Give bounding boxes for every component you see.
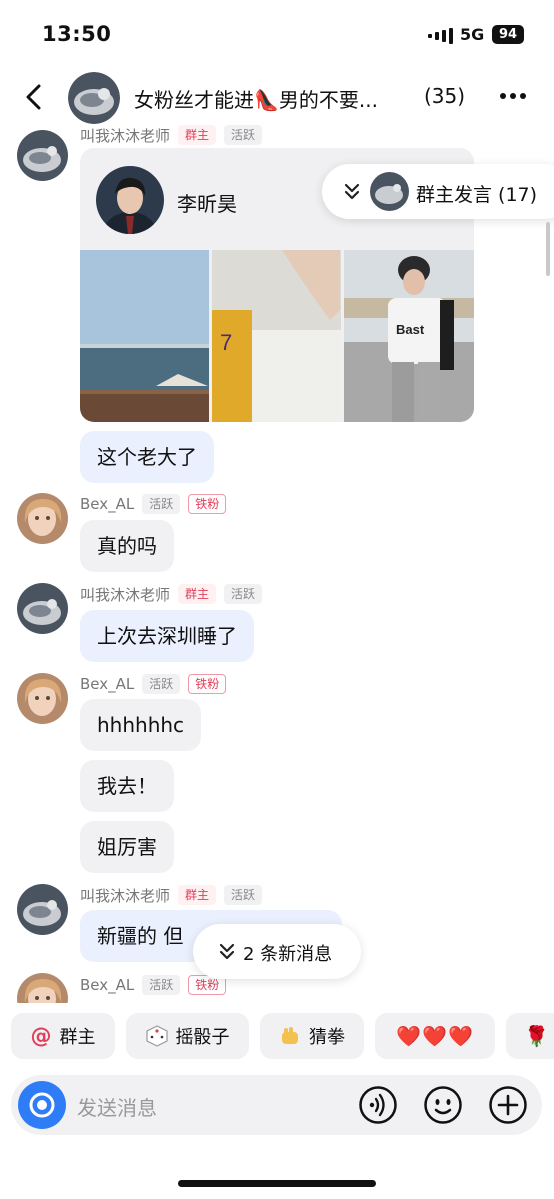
cellular-signal-icon bbox=[428, 28, 453, 44]
quick-hearts[interactable]: ❤️❤️❤️ bbox=[375, 1013, 495, 1059]
sender-nickname[interactable]: 叫我沐沐老师 bbox=[80, 125, 170, 146]
quick-rose[interactable]: 🌹 bbox=[506, 1013, 554, 1059]
home-indicator[interactable] bbox=[178, 1180, 376, 1187]
sender-info: Bex_AL 活跃 铁粉 bbox=[80, 494, 227, 514]
sender-nickname[interactable]: 叫我沐沐老师 bbox=[80, 885, 170, 906]
rose-label: 🌹 bbox=[524, 1024, 549, 1048]
camera-icon[interactable] bbox=[18, 1081, 66, 1129]
message-bubble[interactable]: 上次去深圳睡了 bbox=[80, 610, 254, 662]
profile-name: 李昕昊 bbox=[177, 192, 237, 216]
active-badge: 活跃 bbox=[142, 674, 181, 694]
message-input[interactable]: 发送消息 bbox=[77, 1092, 157, 1121]
fan-badge: 铁粉 bbox=[188, 674, 227, 694]
profile-avatar bbox=[96, 166, 164, 234]
member-count: (35) bbox=[424, 84, 466, 108]
sender-info: Bex_AL 活跃 铁粉 bbox=[80, 674, 227, 694]
group-title: 女粉丝才能进👠男的不要... bbox=[134, 88, 378, 112]
group-avatar[interactable] bbox=[68, 72, 120, 124]
quick-dice[interactable]: 摇骰子 bbox=[126, 1013, 249, 1059]
active-badge: 活跃 bbox=[224, 584, 263, 604]
active-badge: 活跃 bbox=[224, 885, 263, 905]
photo-jersey: 7 bbox=[212, 250, 341, 422]
quick-rock-paper-scissors[interactable]: 猜拳 bbox=[260, 1013, 364, 1059]
network-type: 5G bbox=[460, 25, 485, 44]
sender-info: Bex_AL 活跃 铁粉 bbox=[80, 975, 227, 995]
fan-badge: 铁粉 bbox=[188, 494, 227, 514]
active-badge: 活跃 bbox=[142, 975, 181, 995]
owner-pill-label: 群主发言 (17) bbox=[416, 184, 538, 206]
photo-seaside bbox=[80, 250, 209, 422]
chip-label: 群主 bbox=[59, 1027, 96, 1048]
sender-nickname[interactable]: Bex_AL bbox=[80, 675, 134, 693]
owner-badge: 群主 bbox=[178, 125, 217, 145]
hearts-label: ❤️❤️❤️ bbox=[396, 1024, 474, 1048]
sender-info: 叫我沐沐老师 群主 活跃 bbox=[80, 885, 263, 906]
photo-pier: Bast bbox=[344, 250, 474, 422]
owner-badge: 群主 bbox=[178, 584, 217, 604]
message-bubble[interactable]: hhhhhhc bbox=[80, 699, 202, 751]
avatar[interactable] bbox=[17, 884, 68, 935]
dice-icon bbox=[145, 1025, 168, 1047]
svg-text:Bast: Bast bbox=[396, 322, 425, 337]
double-chevron-down-icon bbox=[219, 943, 235, 960]
emoji-icon[interactable] bbox=[423, 1085, 463, 1125]
active-badge: 活跃 bbox=[142, 494, 181, 514]
owner-badge: 群主 bbox=[178, 885, 217, 905]
at-icon: @ bbox=[30, 1024, 52, 1048]
message-bubble[interactable]: 我去！ bbox=[80, 760, 174, 812]
double-chevron-down-icon bbox=[344, 183, 360, 200]
active-badge: 活跃 bbox=[224, 125, 263, 145]
owner-messages-pill[interactable]: 群主发言 (17) bbox=[322, 164, 554, 219]
message-bubble[interactable]: 姐厉害 bbox=[80, 821, 174, 873]
fist-icon bbox=[282, 1027, 298, 1044]
owner-avatar bbox=[370, 172, 409, 211]
sender-nickname[interactable]: 叫我沐沐老师 bbox=[80, 584, 170, 605]
message-input-bar: 发送消息 bbox=[11, 1075, 542, 1135]
voice-icon[interactable] bbox=[358, 1085, 398, 1125]
avatar[interactable] bbox=[17, 583, 68, 634]
more-options-icon[interactable] bbox=[498, 84, 528, 108]
back-arrow-icon[interactable] bbox=[20, 82, 50, 112]
message-bubble[interactable]: 真的吗 bbox=[80, 520, 174, 572]
avatar[interactable] bbox=[17, 493, 68, 544]
sender-nickname[interactable]: Bex_AL bbox=[80, 976, 134, 994]
chip-label: 猜拳 bbox=[309, 1027, 345, 1048]
avatar[interactable] bbox=[17, 673, 68, 724]
plus-icon[interactable] bbox=[488, 1085, 528, 1125]
new-messages-label: 2 条新消息 bbox=[243, 944, 333, 965]
message-bubble[interactable]: 这个老大了 bbox=[80, 431, 214, 483]
chip-label: 摇骰子 bbox=[175, 1027, 230, 1048]
scrollbar[interactable] bbox=[546, 222, 550, 276]
new-messages-pill[interactable]: 2 条新消息 bbox=[193, 924, 361, 979]
quick-mention-owner[interactable]: @ 群主 bbox=[11, 1013, 115, 1059]
avatar[interactable] bbox=[17, 130, 68, 181]
sender-info: 叫我沐沐老师 群主 活跃 bbox=[80, 584, 263, 605]
status-time: 13:50 bbox=[42, 22, 112, 46]
sender-info: 叫我沐沐老师 群主 活跃 bbox=[80, 125, 263, 146]
svg-text:7: 7 bbox=[220, 330, 232, 355]
sender-nickname[interactable]: Bex_AL bbox=[80, 495, 134, 513]
battery-level: 94 bbox=[492, 25, 524, 44]
